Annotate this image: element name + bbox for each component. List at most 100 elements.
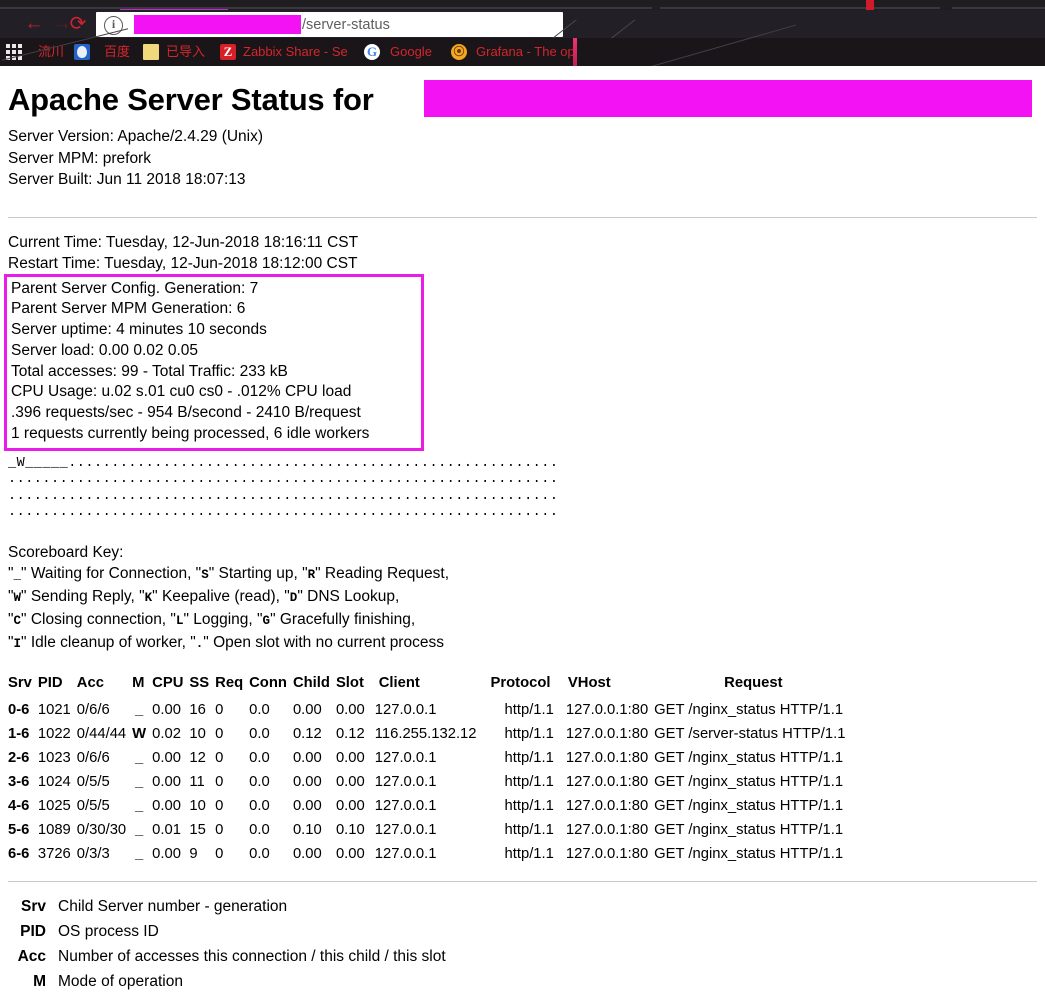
bookmark-item-1[interactable]: 百度 [104, 38, 130, 66]
cell-srv: 2-6 [8, 749, 30, 766]
google-icon: G [364, 44, 380, 60]
cell-slot: 0.00 [335, 797, 365, 814]
cell-child: 0.00 [292, 701, 322, 718]
cell-client: 127.0.0.1 [374, 845, 437, 862]
info-circle-icon[interactable]: i [104, 16, 123, 35]
cell-srv: 5-6 [8, 821, 30, 838]
legend-row: M Mode of operation [0, 969, 1045, 994]
legend-desc-m: Mode of operation [58, 972, 183, 990]
scoreboard-key-text: " Closing connection, " [21, 610, 176, 628]
column-legend: Srv Child Server number - generation PID… [0, 882, 1045, 994]
page-title: Apache Server Status for [redacted] [0, 66, 1045, 120]
server-stats-highlight-box: Parent Server Config. Generation: 7 Pare… [4, 273, 424, 451]
cell-request: GET /server-status HTTP/1.1 [654, 725, 846, 742]
cell-m: _ [135, 845, 144, 862]
cell-protocol: http/1.1 [504, 701, 554, 718]
cell-child: 0.12 [292, 725, 322, 742]
cell-request: GET /nginx_status HTTP/1.1 [654, 773, 844, 790]
cell-m: _ [135, 701, 144, 718]
cell-cpu: 0.00 [152, 845, 181, 862]
cell-conn: 0.0 [249, 773, 270, 790]
cell-acc: 0/5/5 [76, 773, 110, 790]
scoreboard-key-line-3: "I" Idle cleanup of worker, "." Open slo… [8, 632, 1045, 655]
cell-req: 0 [215, 773, 224, 790]
cell-acc: 0/3/3 [76, 845, 110, 862]
bookmark-item-4[interactable]: Google [390, 38, 432, 66]
worker-status-table: Srv PID Acc M CPU SS Req Conn Child Slot… [8, 673, 851, 867]
table-row: 6-6 3726 0/3/3 _ 0.00 9 0 0.0 0.00 0.00 127.0.0.1 h… [8, 843, 851, 867]
cell-vhost: 127.0.0.1:80 [565, 701, 649, 718]
stat-parent-mpm-generation: Parent Server MPM Generation: 6 [11, 300, 246, 318]
cell-slot: 0.00 [335, 845, 365, 862]
address-bar[interactable]: i [redacted] /server-status [96, 12, 563, 37]
cell-acc: 0/6/6 [76, 701, 110, 718]
legend-desc-pid: OS process ID [58, 922, 159, 940]
bookmark-item-5[interactable]: Grafana - The op [476, 38, 575, 66]
cell-pid: 1021 [37, 701, 71, 718]
cell-client: 127.0.0.1 [374, 701, 437, 718]
cell-protocol: http/1.1 [504, 773, 554, 790]
page-title-redaction [424, 80, 1032, 117]
grafana-icon: ⦿ [451, 44, 467, 60]
reload-icon[interactable]: ⟳ [66, 12, 90, 36]
legend-desc-srv: Child Server number - generation [58, 897, 288, 915]
table-row: 2-6 1023 0/6/6 _ 0.00 12 0 0.0 0.00 0.00 127.0.0.1… [8, 747, 851, 771]
cell-vhost: 127.0.0.1:80 [565, 725, 649, 742]
bookmark-item-3[interactable]: Zabbix Share - Se [243, 38, 348, 66]
cell-pid: 3726 [37, 845, 71, 862]
stat-server-uptime: Server uptime: 4 minutes 10 seconds [11, 321, 267, 339]
cell-client: 116.255.132.12 [374, 725, 477, 742]
cell-cpu: 0.00 [152, 797, 181, 814]
stat-total-accesses: Total accesses: 99 - Total Traffic: 233 … [11, 362, 288, 380]
cell-cpu: 0.00 [152, 701, 181, 718]
cell-srv: 1-6 [8, 725, 30, 742]
th-client: Client [378, 674, 420, 691]
apps-grid-icon[interactable] [6, 44, 22, 60]
th-pid: PID [37, 674, 63, 691]
tab-strip[interactable] [0, 0, 1045, 10]
back-arrow-icon[interactable]: ← [22, 12, 46, 36]
cell-cpu: 0.00 [152, 773, 181, 790]
cell-conn: 0.0 [249, 821, 270, 838]
scoreboard-key-glyph: R [307, 567, 316, 582]
table-row: 0-6 1021 0/6/6 _ 0.00 16 0 0.0 0.00 0.00 127.0.0.1… [8, 699, 851, 723]
cell-req: 0 [215, 821, 224, 838]
cell-req: 0 [215, 701, 224, 718]
th-ss: SS [189, 674, 210, 691]
cell-cpu: 0.01 [152, 821, 181, 838]
bookmarks-bar[interactable]: 流川 百度 已导入 Z Zabbix Share - Se G Google ⦿… [0, 38, 1045, 66]
scoreboard-key-text: " Waiting for Connection, " [21, 564, 202, 582]
table-row: 4-6 1025 0/5/5 _ 0.00 10 0 0.0 0.00 0.00 127.0.0.1… [8, 795, 851, 819]
cell-m: _ [135, 797, 144, 814]
table-body: 0-6 1021 0/6/6 _ 0.00 16 0 0.0 0.00 0.00 127.0.0.1… [8, 699, 851, 867]
legend-row: Srv Child Server number - generation [0, 894, 1045, 919]
page-title-prefix: Apache Server Status for [8, 82, 383, 117]
current-time: Current Time: Tuesday, 12-Jun-2018 18:16… [8, 233, 359, 251]
th-cpu: CPU [152, 674, 184, 691]
bookmarks-edge-accent [573, 38, 577, 66]
scoreboard-key-glyph: W [13, 590, 22, 605]
cell-protocol: http/1.1 [504, 749, 554, 766]
bookmark-item-0[interactable]: 流川 [38, 38, 64, 66]
scoreboard-key-text: " Logging, " [183, 610, 263, 628]
table-row: 1-6 1022 0/44/44 W 0.02 10 0 0.0 0.12 0.12 116.255… [8, 723, 851, 747]
cell-protocol: http/1.1 [504, 845, 554, 862]
th-m: M [132, 674, 145, 691]
cell-acc: 0/30/30 [76, 821, 127, 838]
zabbix-icon: Z [220, 44, 236, 60]
cell-child: 0.00 [292, 797, 322, 814]
scoreboard-key-text: " Idle cleanup of worker, " [21, 633, 196, 651]
cell-pid: 1023 [37, 749, 71, 766]
scoreboard-key-glyph: S [201, 567, 209, 582]
table-row: 3-6 1024 0/5/5 _ 0.00 11 0 0.0 0.00 0.00 127.0.0.1… [8, 771, 851, 795]
cell-request: GET /nginx_status HTTP/1.1 [654, 821, 844, 838]
navigation-bar: ← → ⟳ i [redacted] /server-status [0, 10, 1045, 48]
bookmark-item-2[interactable]: 已导入 [166, 38, 205, 66]
cell-child: 0.00 [292, 773, 322, 790]
cell-req: 0 [215, 749, 224, 766]
cell-m: _ [135, 821, 144, 838]
th-request: Request [724, 674, 783, 691]
folder-icon [143, 44, 159, 60]
cell-pid: 1024 [37, 773, 71, 790]
cell-ss: 11 [189, 773, 205, 790]
